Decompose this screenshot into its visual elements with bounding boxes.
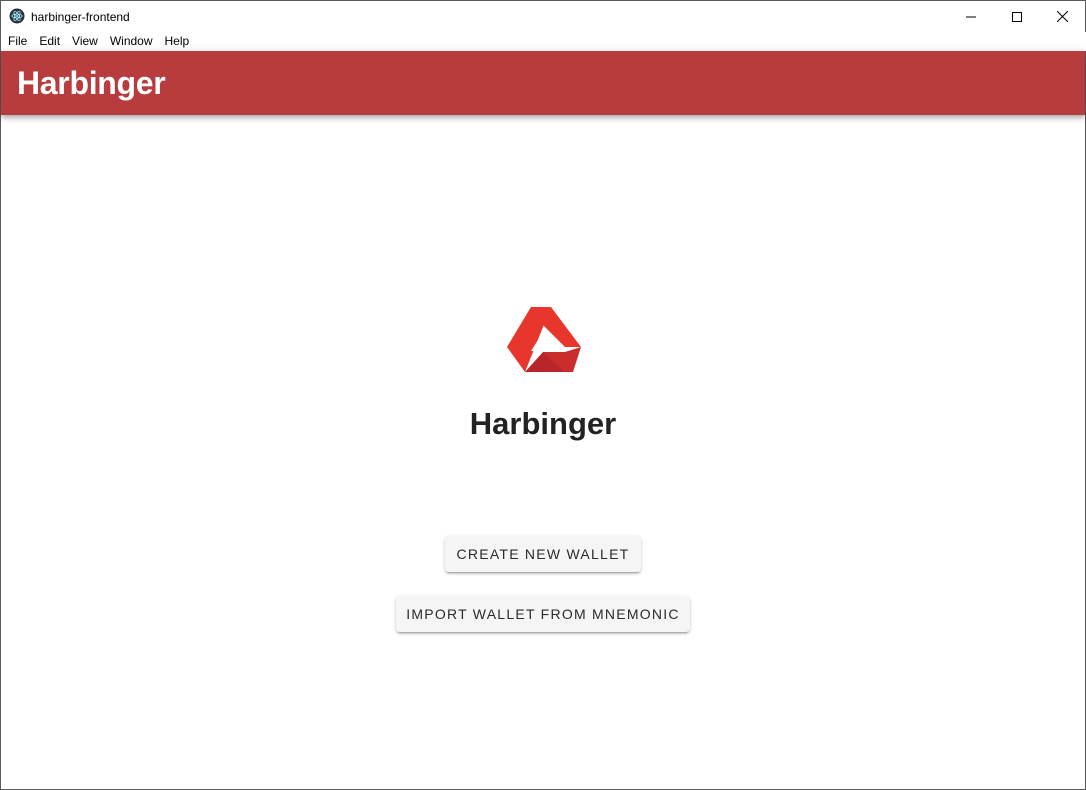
close-icon — [1056, 11, 1068, 22]
maximize-icon — [1012, 11, 1022, 22]
close-button[interactable] — [1039, 1, 1085, 32]
menu-view[interactable]: View — [66, 32, 104, 51]
electron-app-icon — [9, 8, 25, 24]
app-bar: Harbinger — [1, 51, 1085, 115]
harbinger-logo-icon — [505, 305, 581, 373]
minimize-icon — [966, 12, 976, 22]
app-bar-title: Harbinger — [17, 65, 166, 101]
menu-help[interactable]: Help — [159, 32, 196, 51]
import-wallet-from-mnemonic-button[interactable]: IMPORT WALLET FROM MNEMONIC — [396, 596, 690, 632]
window-title: harbinger-frontend — [31, 10, 130, 24]
maximize-button[interactable] — [994, 1, 1040, 32]
title-bar[interactable]: harbinger-frontend — [1, 1, 1085, 32]
create-new-wallet-button[interactable]: CREATE NEW WALLET — [445, 536, 641, 572]
welcome-screen: Harbinger CREATE NEW WALLET IMPORT WALLE… — [1, 115, 1085, 789]
minimize-button[interactable] — [948, 1, 994, 32]
app-window: harbinger-frontend File Edit View Window… — [0, 0, 1086, 790]
menu-window[interactable]: Window — [104, 32, 159, 51]
brand-heading: Harbinger — [469, 406, 617, 441]
menu-file[interactable]: File — [2, 32, 33, 51]
menu-bar: File Edit View Window Help — [1, 32, 1086, 51]
menu-edit[interactable]: Edit — [33, 32, 66, 51]
